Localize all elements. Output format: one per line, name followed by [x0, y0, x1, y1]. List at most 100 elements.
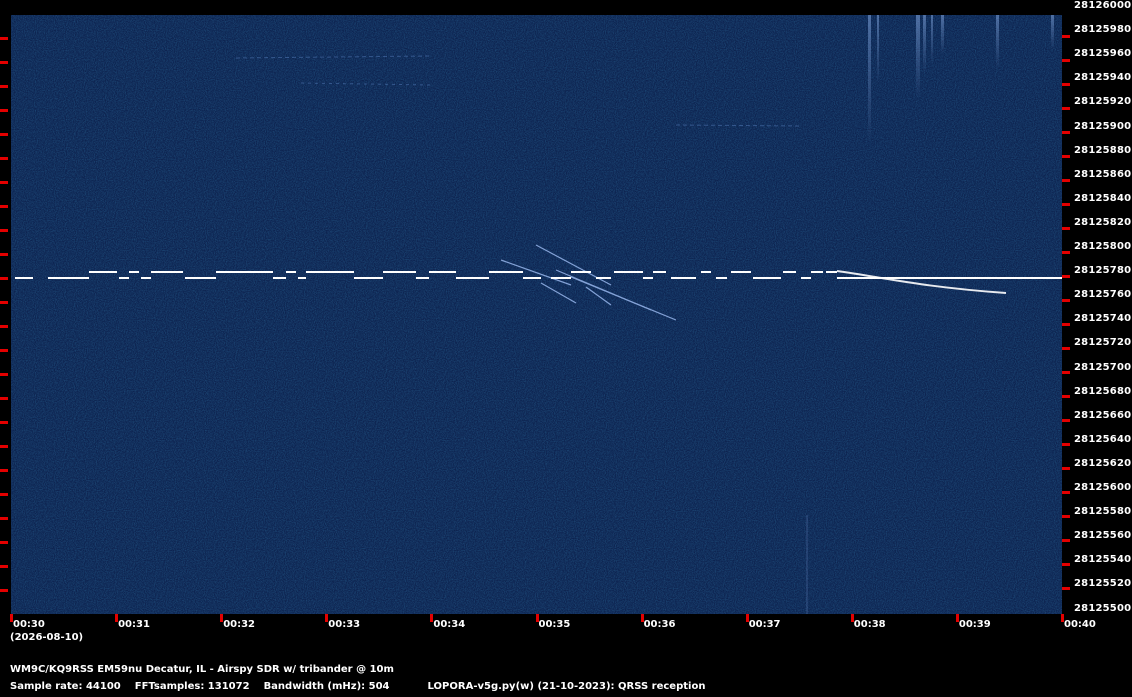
time-label: 00:36 — [643, 619, 676, 630]
noise-texture — [11, 15, 1062, 614]
frequency-label: 28125900 — [1074, 120, 1132, 132]
frequency-label: 28125800 — [1074, 241, 1132, 252]
frequency-label: 28125880 — [1074, 144, 1132, 156]
carrier-segment — [383, 271, 416, 273]
frequency-tick — [1062, 59, 1070, 62]
frequency-label: 28125600 — [1074, 482, 1132, 493]
time-label: 00:31 — [118, 619, 150, 630]
frequency-tick — [1062, 347, 1070, 350]
frequency-label: 28125920 — [1074, 96, 1132, 108]
frequency-tick — [0, 349, 8, 352]
carrier-segment — [416, 277, 429, 279]
time-label: 00:32 — [223, 619, 256, 630]
spectrogram-canvas — [11, 15, 1062, 614]
carrier-segment — [286, 271, 296, 273]
carrier-segment — [129, 271, 139, 273]
frequency-label: 28125940 — [1074, 72, 1132, 84]
frequency-label: 28125500 — [1074, 602, 1132, 614]
carrier-segment — [653, 271, 666, 273]
carrier-segment — [354, 277, 383, 279]
carrier-segment — [119, 277, 129, 279]
frequency-tick — [0, 301, 8, 304]
carrier-segment — [826, 271, 837, 273]
carrier-segment — [596, 277, 611, 279]
time-label: 00:33 — [328, 619, 361, 630]
time-label: 00:39 — [958, 619, 991, 630]
frequency-tick — [0, 253, 8, 256]
program-info: LOPORA-v5g.py(w) (21-10-2023): QRSS rece… — [427, 681, 706, 692]
frequency-tick — [0, 493, 8, 496]
carrier-segment — [141, 277, 151, 279]
carrier-segment — [89, 271, 117, 273]
carrier-segment — [671, 277, 696, 279]
carrier-segment — [811, 271, 823, 273]
time-label: 00:38 — [853, 619, 886, 630]
frequency-label: 28125680 — [1074, 385, 1132, 397]
frequency-tick — [0, 445, 8, 448]
carrier-segment — [701, 271, 711, 273]
frequency-label: 28125780 — [1074, 265, 1132, 277]
frequency-tick — [0, 397, 8, 400]
frequency-tick — [0, 37, 8, 40]
frequency-tick — [0, 589, 8, 592]
carrier-segment — [753, 277, 781, 279]
fft-samples: FFTsamples: 131072 — [134, 681, 250, 692]
frequency-tick — [1062, 83, 1070, 86]
frequency-tick — [0, 565, 8, 568]
frequency-tick — [0, 277, 8, 280]
time-label: 00:40 — [1064, 619, 1096, 630]
time-label: 00:34 — [433, 619, 466, 630]
frequency-tick — [1062, 467, 1070, 470]
carrier-segment — [48, 277, 89, 279]
frequency-tick — [0, 61, 8, 64]
carrier-segment — [783, 271, 796, 273]
frequency-tick — [0, 133, 8, 136]
carrier-segment — [321, 271, 354, 273]
frequency-tick — [1062, 395, 1070, 398]
frequency-tick — [0, 109, 8, 112]
frequency-tick — [1062, 515, 1070, 518]
frequency-tick — [1062, 275, 1070, 278]
frequency-tick — [1062, 131, 1070, 134]
carrier-segment — [643, 277, 653, 279]
frequency-tick — [0, 205, 8, 208]
frequency-tick — [0, 85, 8, 88]
frequency-tick — [1062, 419, 1070, 422]
frequency-tick — [1062, 491, 1070, 494]
frequency-tick — [1062, 107, 1070, 110]
carrier-segment — [151, 271, 183, 273]
frequency-tick — [0, 517, 8, 520]
frequency-tick — [1062, 371, 1070, 374]
carrier-segment — [489, 271, 523, 273]
carrier-segment — [571, 271, 591, 273]
carrier-segment — [801, 277, 811, 279]
frequency-label: 28125580 — [1074, 506, 1132, 518]
carrier-segment — [15, 277, 33, 279]
capture-parameters: Sample rate: 44100 FFTsamples: 131072 Band… — [10, 681, 719, 693]
frequency-tick — [1062, 251, 1070, 254]
frequency-label: 28125720 — [1074, 337, 1132, 349]
frequency-tick — [0, 541, 8, 544]
frequency-tick — [0, 325, 8, 328]
carrier-segment — [185, 277, 216, 279]
carrier-segment — [429, 271, 456, 273]
frequency-label: 28125760 — [1074, 289, 1132, 301]
frequency-label: 28125820 — [1074, 216, 1132, 228]
bandwidth: Bandwidth (mHz): 504 — [263, 681, 390, 692]
frequency-tick — [0, 181, 8, 184]
time-label: 00:35 — [538, 619, 571, 630]
frequency-label: 28125540 — [1074, 554, 1132, 566]
frequency-tick — [0, 157, 8, 160]
frequency-tick — [1062, 539, 1070, 542]
frequency-label: 28125860 — [1074, 168, 1132, 180]
frequency-tick — [0, 469, 8, 472]
frequency-tick — [1062, 299, 1070, 302]
carrier-segment — [456, 277, 489, 279]
frequency-tick — [0, 421, 8, 424]
station-info: WM9C/KQ9RSS EM59nu Decatur, IL - Airspy … — [10, 664, 394, 675]
frequency-tick — [1062, 443, 1070, 446]
carrier-segment — [216, 271, 273, 273]
spectrogram-waterfall — [11, 15, 1062, 614]
frequency-tick — [0, 373, 8, 376]
carrier-segment — [306, 271, 321, 273]
